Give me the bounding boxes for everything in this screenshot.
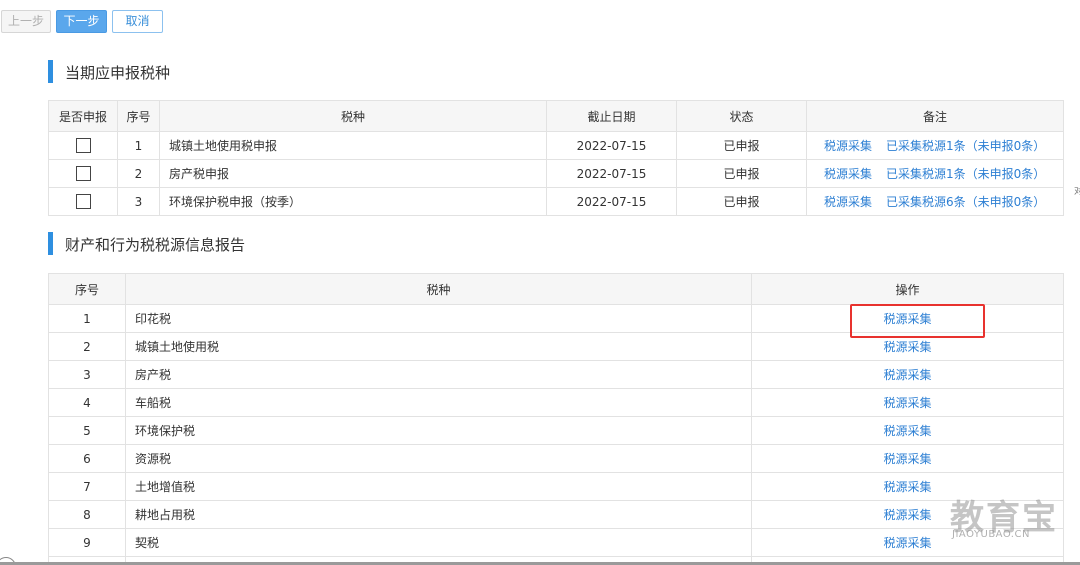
table-row: 3 房产税 税源采集 [48,360,1064,389]
tax-type-name: 契税 [125,528,752,557]
row-number: 4 [48,388,126,417]
deadline-date: 2022-07-15 [546,187,677,216]
collected-sources-link[interactable]: 已采集税源1条（未申报0条） [886,167,1045,181]
source-collect-link[interactable]: 税源采集 [883,452,931,466]
next-step-button[interactable]: 下一步 [56,10,107,33]
table-header-row: 序号 税种 操作 [48,273,1064,305]
deadline-date: 2022-07-15 [546,131,677,160]
tax-type-name: 车船税 [125,388,752,417]
collected-sources-link[interactable]: 已采集税源1条（未申报0条） [886,139,1045,153]
col-header-no: 序号 [48,273,126,305]
col-header-tax-type: 税种 [125,273,752,305]
table-header-row: 是否申报 序号 税种 截止日期 状态 备注 [48,100,1064,132]
table-row: 6 资源税 税源采集 [48,444,1064,473]
declare-checkbox[interactable] [75,194,91,209]
current-tax-table: 是否申报 序号 税种 截止日期 状态 备注 1 城镇土地使用税申报 2022-0… [48,100,1064,216]
tax-type-name: 耕地占用税 [125,500,752,529]
source-collect-link[interactable]: 税源采集 [883,424,931,438]
deadline-date: 2022-07-15 [546,159,677,188]
tax-type-name: 房产税 [125,360,752,389]
row-number: 3 [48,360,126,389]
row-number: 5 [48,416,126,445]
tax-type-name: 城镇土地使用税 [125,332,752,361]
section-title-text: 财产和行为税税源信息报告 [65,236,246,254]
source-collect-link[interactable]: 税源采集 [824,139,872,153]
section-title-text: 当期应申报税种 [65,64,171,82]
status-text: 已申报 [676,159,807,188]
table-row: 8 耕地占用税 税源采集 [48,500,1064,529]
prev-step-button[interactable]: 上一步 [1,10,51,33]
table-row: 4 车船税 税源采集 [48,388,1064,417]
cancel-button[interactable]: 取消 [112,10,163,33]
col-header-declare: 是否申报 [48,100,118,132]
col-header-status: 状态 [676,100,807,132]
table-row: 2 城镇土地使用税 税源采集 [48,332,1064,361]
row-number: 3 [117,187,160,216]
source-collect-link[interactable]: 税源采集 [883,508,931,522]
source-collect-link[interactable]: 税源采集 [883,368,931,382]
table-row: 1 城镇土地使用税申报 2022-07-15 已申报 税源采集 已采集税源1条（未… [48,131,1064,160]
col-header-tax-type: 税种 [159,100,547,132]
table-row: 2 房产税申报 2022-07-15 已申报 税源采集 已采集税源1条（未申报0条… [48,159,1064,188]
table-row: 1 印花税 税源采集 [48,304,1064,333]
collected-sources-link[interactable]: 已采集税源6条（未申报0条） [886,195,1045,209]
source-collect-link[interactable]: 税源采集 [883,480,931,494]
row-number: 6 [48,444,126,473]
source-collect-link[interactable]: 税源采集 [824,167,872,181]
table-row: 3 环境保护税申报（按季） 2022-07-15 已申报 税源采集 已采集税源6条… [48,187,1064,216]
title-accent-bar [48,232,53,255]
declare-checkbox[interactable] [75,166,91,181]
source-collect-link[interactable]: 税源采集 [883,396,931,410]
col-header-operation: 操作 [751,273,1064,305]
tax-type-name: 环境保护税申报（按季） [159,187,547,216]
table-row: 7 土地增值税 税源采集 [48,472,1064,501]
edge-glyph: 对 [1074,187,1080,197]
row-number: 7 [48,472,126,501]
col-header-no: 序号 [117,100,160,132]
table-row: 5 环境保护税 税源采集 [48,416,1064,445]
declare-checkbox[interactable] [75,138,91,153]
row-number: 8 [48,500,126,529]
col-header-remark: 备注 [806,100,1064,132]
row-number: 2 [117,159,160,188]
tax-type-name: 环境保护税 [125,416,752,445]
row-number: 1 [117,131,160,160]
tax-type-name: 房产税申报 [159,159,547,188]
row-number: 9 [48,528,126,557]
tax-type-name: 城镇土地使用税申报 [159,131,547,160]
source-collect-link[interactable]: 税源采集 [883,536,931,550]
source-collect-link[interactable]: 税源采集 [883,340,931,354]
source-collect-link[interactable]: 税源采集 [824,195,872,209]
row-number: 1 [48,304,126,333]
table-row: 9 契税 税源采集 [48,528,1064,557]
row-number: 2 [48,332,126,361]
status-text: 已申报 [676,187,807,216]
tax-type-name: 资源税 [125,444,752,473]
col-header-deadline: 截止日期 [546,100,677,132]
title-accent-bar [48,60,53,83]
status-text: 已申报 [676,131,807,160]
source-collect-link[interactable]: 税源采集 [883,312,931,326]
tax-type-name: 印花税 [125,304,752,333]
property-tax-source-table: 序号 税种 操作 1 印花税 税源采集 2 城镇土地使用税 税源采集 3 房产税… [48,273,1064,565]
tax-type-name: 土地增值税 [125,472,752,501]
